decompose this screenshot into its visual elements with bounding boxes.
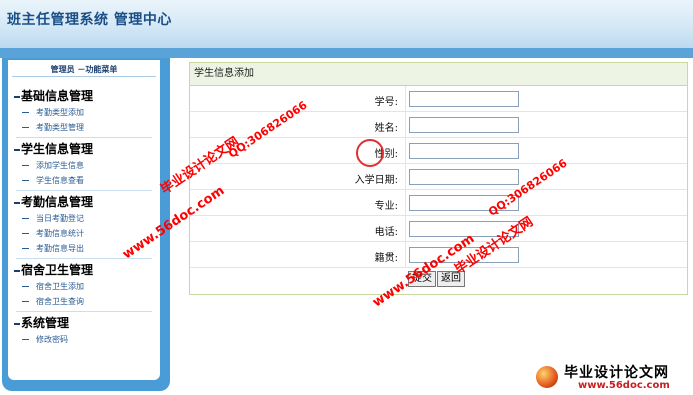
sidebar-panel: 管理员 －功能菜单 基础信息管理考勤类型添加 考勤类型管理学生信息管理添加学生信息…	[8, 60, 160, 380]
site-logo: 毕业设计论文网 www.56doc.com	[520, 360, 692, 394]
menu-item[interactable]: 考勤类型管理	[8, 120, 160, 135]
menu-dash	[22, 286, 29, 287]
menu-section: 基础信息管理考勤类型添加 考勤类型管理	[8, 88, 160, 138]
menu-section-title[interactable]: 基础信息管理	[8, 88, 160, 105]
logo-title: 毕业设计论文网	[564, 365, 669, 381]
sidebar: 管理员 －功能菜单 基础信息管理考勤类型添加 考勤类型管理学生信息管理添加学生信息…	[2, 58, 170, 391]
menu-sections: 基础信息管理 考勤类型添加 考勤类型管理 学生信息管理 添加学生信息 学生信息查看 考勤信息…	[8, 88, 160, 350]
row-divider	[405, 138, 406, 163]
menu-section-title[interactable]: 考勤信息管理	[8, 194, 160, 211]
menu-item[interactable]: 当日考勤登记	[8, 211, 160, 226]
menu-dash	[22, 165, 29, 166]
menu-section: 系统管理修改密码	[8, 315, 160, 347]
menu-section-title[interactable]: 系统管理	[8, 315, 160, 332]
menu-dash	[22, 233, 29, 234]
row-divider	[405, 242, 406, 267]
form-row: 入学日期:	[190, 164, 687, 190]
menu-item-label: 添加学生信息	[36, 161, 84, 170]
menu-item-label: 宿舍卫生查询	[36, 297, 84, 306]
menu-section: 学生信息管理添加学生信息 学生信息查看	[8, 141, 160, 191]
field-label: 电话:	[374, 227, 398, 238]
app-title: 班主任管理系统 管理中心	[7, 12, 172, 28]
menu-divider	[16, 190, 152, 191]
text-input[interactable]	[409, 143, 519, 159]
form-row: 学号:	[190, 86, 687, 112]
header-bar: 班主任管理系统 管理中心	[0, 0, 693, 48]
text-input[interactable]	[409, 91, 519, 107]
menu-dash	[22, 112, 29, 113]
menu-item-label: 考勤类型管理	[36, 123, 84, 132]
globe-icon	[536, 366, 558, 388]
menu-item[interactable]: 学生信息查看	[8, 173, 160, 188]
menu-divider	[16, 137, 152, 138]
header-strip	[0, 48, 693, 58]
menu-dash	[22, 248, 29, 249]
menu-item[interactable]: 考勤类型添加	[8, 105, 160, 120]
row-divider	[405, 216, 406, 241]
menu-dash	[22, 339, 29, 340]
menu-item[interactable]: 修改密码	[8, 332, 160, 347]
menu-item-label: 考勤信息统计	[36, 229, 84, 238]
menu-item[interactable]: 宿舍卫生查询	[8, 294, 160, 309]
menu-item-label: 当日考勤登记	[36, 214, 84, 223]
row-divider	[405, 164, 406, 189]
text-input[interactable]	[409, 117, 519, 133]
cursor-highlight	[356, 139, 384, 167]
row-divider	[405, 86, 406, 111]
menu-item-label: 宿舍卫生添加	[36, 282, 84, 291]
form-row: 专业:	[190, 190, 687, 216]
menu-dash	[22, 127, 29, 128]
menu-item-label: 学生信息查看	[36, 176, 84, 185]
menu-title-divider	[12, 76, 156, 77]
text-input[interactable]	[409, 169, 519, 185]
logo-url: www.56doc.com	[578, 380, 670, 391]
menu-item-label: 考勤信息导出	[36, 244, 84, 253]
form-row: 电话:	[190, 216, 687, 242]
field-label: 入学日期:	[354, 175, 398, 186]
menu-dash	[22, 301, 29, 302]
menu-section-title[interactable]: 学生信息管理	[8, 141, 160, 158]
form-heading: 学生信息添加	[190, 63, 687, 86]
row-divider	[405, 190, 406, 215]
menu-item[interactable]: 宿舍卫生添加	[8, 279, 160, 294]
menu-item-label: 考勤类型添加	[36, 108, 84, 117]
menu-dash	[22, 218, 29, 219]
field-label: 籍贯:	[374, 253, 398, 264]
menu-section: 宿舍卫生管理宿舍卫生添加 宿舍卫生查询	[8, 262, 160, 312]
menu-title: 管理员 －功能菜单	[50, 65, 118, 74]
field-label: 姓名:	[374, 123, 398, 134]
row-divider	[405, 112, 406, 137]
menu-divider	[16, 311, 152, 312]
menu-item[interactable]: 添加学生信息	[8, 158, 160, 173]
menu-section-title[interactable]: 宿舍卫生管理	[8, 262, 160, 279]
menu-dash	[22, 180, 29, 181]
menu-item-label: 修改密码	[36, 335, 68, 344]
form-row: 性别:	[190, 138, 687, 164]
